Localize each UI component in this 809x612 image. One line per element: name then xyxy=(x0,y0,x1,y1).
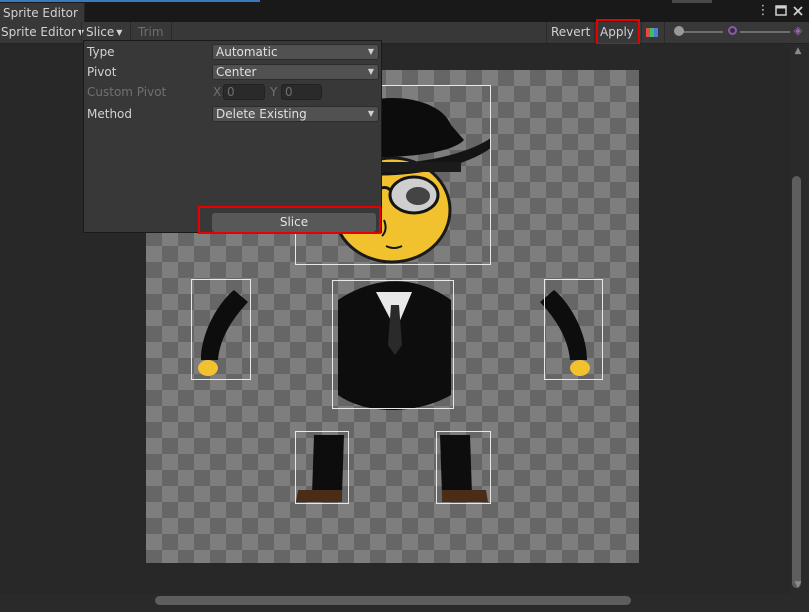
pivot-value: Center xyxy=(216,65,257,79)
vertical-scrollbar-thumb[interactable] xyxy=(792,176,801,588)
kebab-menu-icon[interactable]: ⋮ xyxy=(755,3,771,19)
sprite-rect-left-leg[interactable] xyxy=(295,431,349,504)
custom-pivot-y-label: Y xyxy=(270,85,278,99)
scroll-up-icon[interactable]: ▲ xyxy=(792,46,804,56)
custom-pivot-x-label: X xyxy=(213,85,222,99)
toolbar-separator xyxy=(594,22,595,43)
chevron-down-icon: ▼ xyxy=(367,67,374,76)
horizontal-scrollbar-thumb[interactable] xyxy=(155,596,631,605)
type-value: Automatic xyxy=(216,45,278,59)
scroll-down-icon[interactable]: ▼ xyxy=(792,580,804,590)
chevron-down-icon: ▼ xyxy=(367,47,374,56)
maximize-icon[interactable] xyxy=(773,3,789,19)
revert-button[interactable]: Revert xyxy=(551,25,590,40)
method-label: Method xyxy=(87,107,133,121)
method-dropdown[interactable]: Delete Existing ▼ xyxy=(212,106,379,122)
mip-level-icon[interactable]: ◈ xyxy=(792,25,804,37)
toolbar-separator xyxy=(81,22,82,43)
sprite-rect-body[interactable] xyxy=(332,280,454,409)
title-bar-accent xyxy=(0,0,260,2)
mode-dropdown[interactable]: Sprite Editor▼ xyxy=(1,25,84,40)
zoom-slider-thumb[interactable] xyxy=(674,26,684,36)
type-dropdown[interactable]: Automatic ▼ xyxy=(212,44,379,60)
rgb-channel-toggle-icon[interactable] xyxy=(646,28,658,37)
zoom-slider-track[interactable] xyxy=(680,31,723,33)
custom-pivot-y-field[interactable]: 0 xyxy=(281,84,322,100)
toolbar-separator xyxy=(546,22,547,43)
apply-highlight xyxy=(596,19,640,45)
trim-button[interactable]: Trim xyxy=(138,25,164,40)
custom-pivot-label: Custom Pivot xyxy=(87,85,167,99)
title-bar-divider xyxy=(672,0,712,3)
toolbar-separator xyxy=(641,22,642,43)
tab-title: Sprite Editor xyxy=(3,6,78,20)
toolbar-separator xyxy=(664,22,665,43)
sprite-rect-right-leg[interactable] xyxy=(436,431,491,504)
chevron-down-icon: ▼ xyxy=(116,28,123,37)
close-icon[interactable] xyxy=(790,3,806,19)
pivot-dropdown[interactable]: Center ▼ xyxy=(212,64,379,80)
method-value: Delete Existing xyxy=(216,107,307,121)
sprite-rect-left-arm[interactable] xyxy=(191,279,251,380)
slice-button-highlight xyxy=(198,206,381,234)
custom-pivot-x-field[interactable]: 0 xyxy=(223,84,265,100)
pivot-label: Pivot xyxy=(87,65,117,79)
type-label: Type xyxy=(87,45,115,59)
mip-slider-track[interactable] xyxy=(740,31,790,33)
chevron-down-icon: ▼ xyxy=(367,109,374,118)
sprite-rect-right-arm[interactable] xyxy=(544,279,603,380)
alpha-icon[interactable] xyxy=(728,26,737,35)
slice-menu-button[interactable]: Slice ▼ xyxy=(86,25,122,40)
window-title-bar xyxy=(0,0,809,22)
